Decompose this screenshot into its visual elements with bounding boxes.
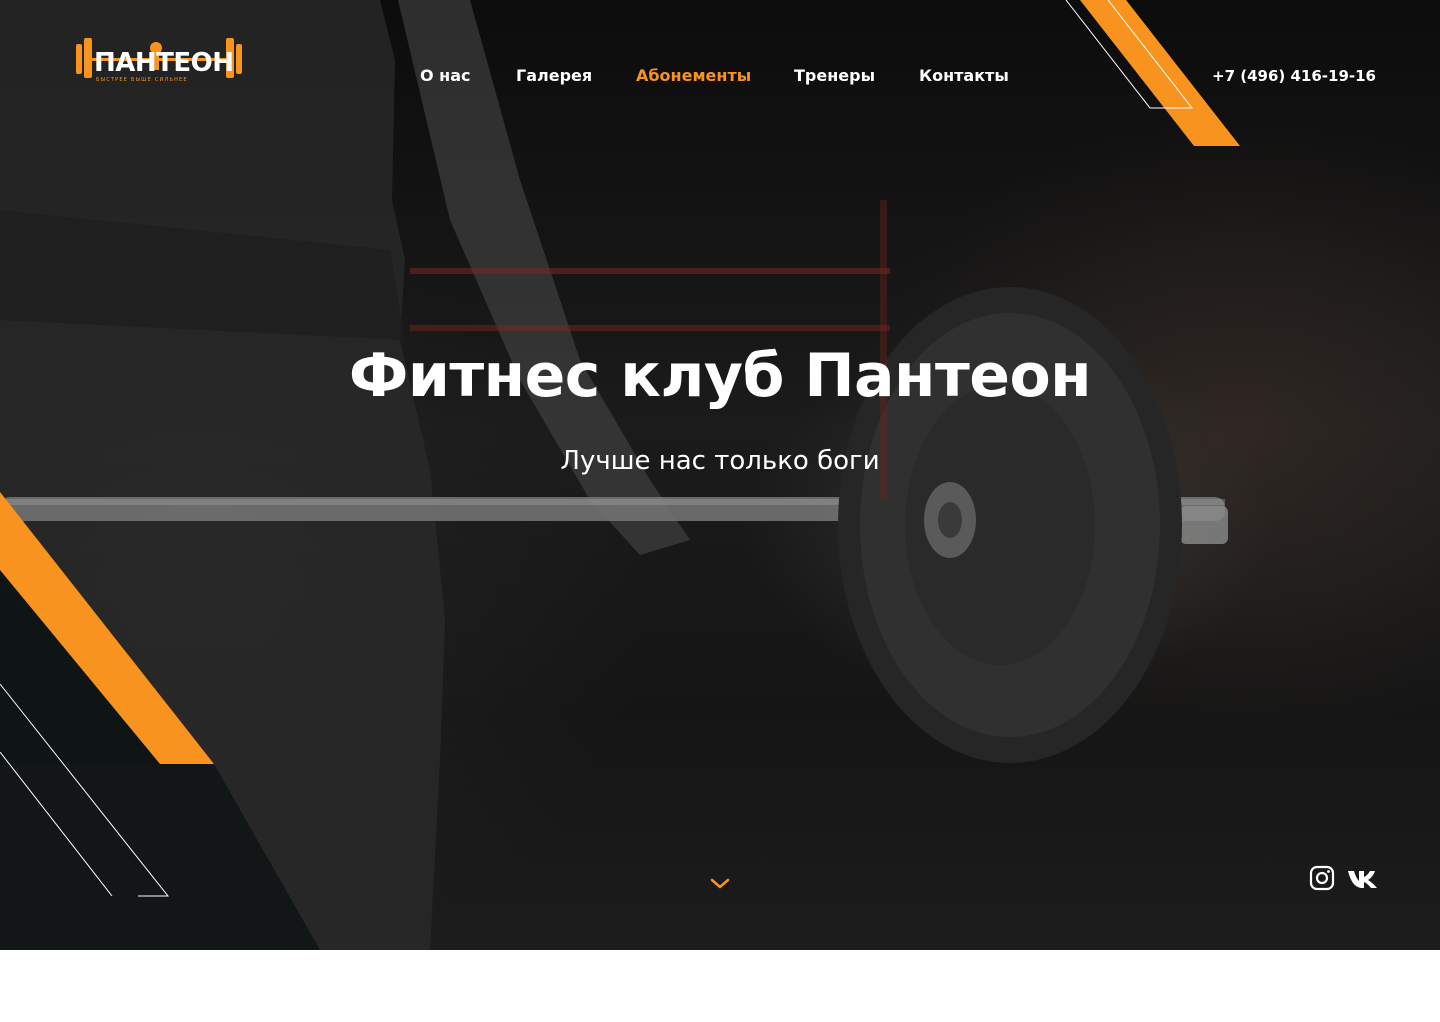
vk-link[interactable] <box>1346 864 1380 892</box>
scroll-down-button[interactable] <box>708 874 732 892</box>
chevron-down-icon <box>710 878 730 889</box>
site-logo[interactable]: ПАНТЕОН БЫСТРЕЕ ВЫШЕ СИЛЬНЕЕ <box>76 36 242 88</box>
instagram-icon <box>1309 865 1335 891</box>
logo-wordmark: ПАНТЕОН <box>94 48 234 78</box>
hero-section: ПАНТЕОН БЫСТРЕЕ ВЫШЕ СИЛЬНЕЕ О нас Галер… <box>0 0 1440 950</box>
logo-tagline: БЫСТРЕЕ ВЫШЕ СИЛЬНЕЕ <box>96 77 188 83</box>
vk-icon <box>1348 871 1377 888</box>
nav-item-trainers[interactable]: Тренеры <box>794 64 875 88</box>
nav-item-memberships[interactable]: Абонементы <box>636 64 751 88</box>
nav-item-gallery[interactable]: Галерея <box>516 64 592 88</box>
nav-item-about[interactable]: О нас <box>420 64 471 88</box>
hero-subtitle: Лучше нас только боги <box>560 446 880 476</box>
phone-link[interactable]: +7 (496) 416-19-16 <box>1212 64 1376 88</box>
hero-title: Фитнес клуб Пантеон <box>348 341 1092 411</box>
instagram-link[interactable] <box>1308 864 1336 892</box>
nav-item-contacts[interactable]: Контакты <box>919 64 1009 88</box>
